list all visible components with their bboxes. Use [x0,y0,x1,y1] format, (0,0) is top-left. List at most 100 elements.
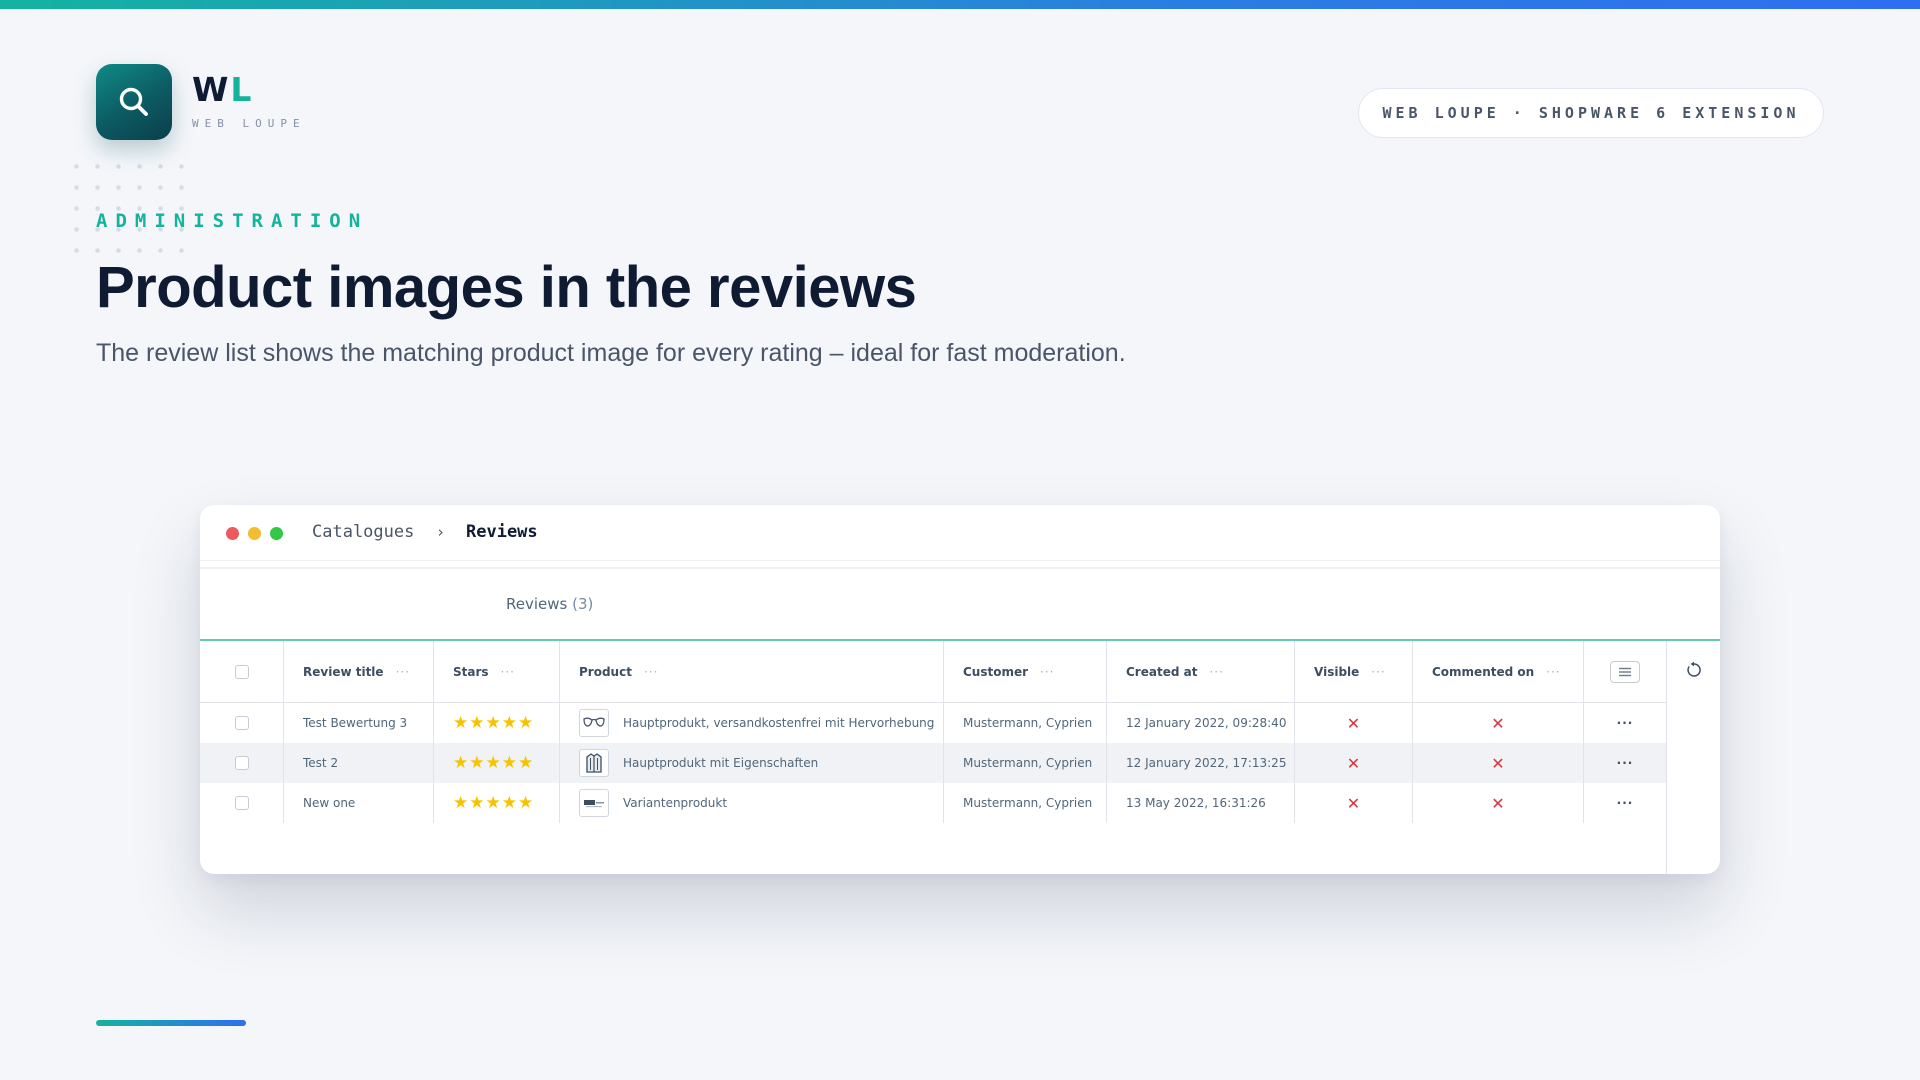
created-at-cell: 12 January 2022, 17:13:25 [1107,743,1295,783]
column-header-review-title[interactable]: Review title ··· [284,641,434,703]
cross-icon: ✕ [1346,753,1361,773]
maximize-window-button[interactable] [270,527,283,540]
cross-icon: ✕ [1346,793,1361,813]
close-window-button[interactable] [226,527,239,540]
column-settings-button[interactable] [1610,660,1640,683]
star-icon: ★ [453,752,469,773]
row-checkbox[interactable] [234,756,249,770]
star-icon: ★ [469,712,485,733]
column-menu-icon[interactable]: ··· [644,665,658,679]
column-header-visible[interactable]: Visible ··· [1295,641,1413,703]
row-checkbox[interactable] [234,796,249,810]
actions-cell: ··· [1584,743,1666,783]
refresh-icon [1687,661,1701,677]
column-menu-icon[interactable]: ··· [1546,665,1560,679]
star-icon: ★ [469,752,485,773]
tab-reviews[interactable]: Reviews (3) [506,595,593,613]
review-title-cell[interactable]: Test Bewertung 3 [284,703,434,743]
stars-cell: ★ ★ ★ ★ ★ [434,783,560,823]
actions-cell: ··· [1584,703,1666,743]
product-cell: Hauptprodukt, versandkostenfrei mit Herv… [560,703,944,743]
star-icon: ★ [501,792,517,813]
product-thumbnail [579,749,609,777]
page-headline: Product images in the reviews [96,255,917,320]
column-label: Stars [453,664,489,679]
cross-icon: ✕ [1491,793,1505,813]
row-checkbox[interactable] [234,716,249,730]
jacket-icon [586,753,602,773]
tab-reviews-label: Reviews [506,595,568,613]
search-icon [119,87,148,116]
review-title-cell[interactable]: New one [284,783,434,823]
product-cell: Variantenprodukt [560,783,944,823]
row-actions-button[interactable]: ··· [1617,756,1634,770]
product-pill: WEB LOUPE · SHOPWARE 6 EXTENSION [1358,88,1824,138]
product-thumbnail [579,789,609,817]
column-menu-icon[interactable]: ··· [1209,665,1223,679]
column-menu-icon[interactable]: ··· [396,665,410,679]
row-actions-button[interactable]: ··· [1617,796,1634,810]
column-header-commented-on[interactable]: Commented on ··· [1413,641,1584,703]
column-header-customer[interactable]: Customer ··· [944,641,1107,703]
cross-icon: ✕ [1491,753,1505,773]
row-select-cell [200,703,284,743]
product-name[interactable]: Variantenprodukt [623,796,727,810]
minimize-window-button[interactable] [248,527,261,540]
row-select-cell [200,783,284,823]
column-header-stars[interactable]: Stars ··· [434,641,560,703]
row-actions-button[interactable]: ··· [1617,716,1634,730]
product-name[interactable]: Hauptprodukt, versandkostenfrei mit Herv… [623,716,934,730]
table-row[interactable]: New one ★ ★ ★ ★ ★ Variantenprodukt Musterman… [200,783,1666,823]
star-icon: ★ [501,752,517,773]
visible-cell: ✕ [1295,703,1413,743]
product-thumbnail [579,709,609,737]
star-icon: ★ [453,712,469,733]
breadcrumb-reviews: Reviews [466,522,538,542]
logo-subtitle: WEB LOUPE [192,117,306,130]
cross-icon: ✕ [1491,713,1505,733]
column-header-created-at[interactable]: Created at ··· [1107,641,1295,703]
column-menu-icon[interactable]: ··· [1371,665,1385,679]
star-icon: ★ [518,712,534,733]
logo-wordmark: WL [192,70,253,110]
table-row[interactable]: Test Bewertung 3 ★ ★ ★ ★ ★ Hauptprodukt, ver… [200,703,1666,743]
row-select-cell [200,743,284,783]
column-label: Product [579,664,632,679]
tab-bar: Reviews (3) [200,569,1720,641]
review-title-cell[interactable]: Test 2 [284,743,434,783]
top-gradient-bar [0,0,1920,9]
column-label: Review title [303,664,384,679]
logo-letter-l: L [230,70,254,109]
column-menu-icon[interactable]: ··· [1040,665,1054,679]
logo-letter-w: W [192,70,231,109]
header-settings-cell [1584,641,1666,703]
tab-reviews-count: (3) [572,595,594,613]
product-cell: Hauptprodukt mit Eigenschaften [560,743,944,783]
star-rating: ★ ★ ★ ★ ★ [453,792,534,813]
visible-cell: ✕ [1295,783,1413,823]
star-icon: ★ [501,712,517,733]
logo-thumb-icon [584,800,604,808]
admin-window: Catalogues › Reviews Reviews (3) Review … [200,505,1720,874]
commented-on-cell: ✕ [1413,703,1584,743]
column-menu-icon[interactable]: ··· [501,665,515,679]
window-titlebar: Catalogues › Reviews [200,505,1720,561]
star-icon: ★ [518,752,534,773]
table-row[interactable]: Test 2 ★ ★ ★ ★ ★ Hauptprodukt mit Eigenschaf… [200,743,1666,783]
glasses-icon [583,717,605,727]
breadcrumb-catalogues[interactable]: Catalogues [312,522,414,542]
product-name[interactable]: Hauptprodukt mit Eigenschaften [623,756,818,770]
star-icon: ★ [518,792,534,813]
select-all-checkbox[interactable] [234,664,249,679]
refresh-button[interactable] [1685,661,1703,684]
column-header-product[interactable]: Product ··· [560,641,944,703]
cross-icon: ✕ [1346,713,1361,733]
list-icon [1619,667,1631,676]
table-side-panel [1666,641,1720,874]
column-label: Customer [963,664,1029,679]
created-at-cell: 13 May 2022, 16:31:26 [1107,783,1295,823]
star-icon: ★ [453,792,469,813]
customer-cell: Mustermann, Cyprien [944,743,1107,783]
column-label: Visible [1314,664,1360,679]
reviews-table: Review title ··· Stars ··· Product ··· Cust… [200,641,1666,823]
